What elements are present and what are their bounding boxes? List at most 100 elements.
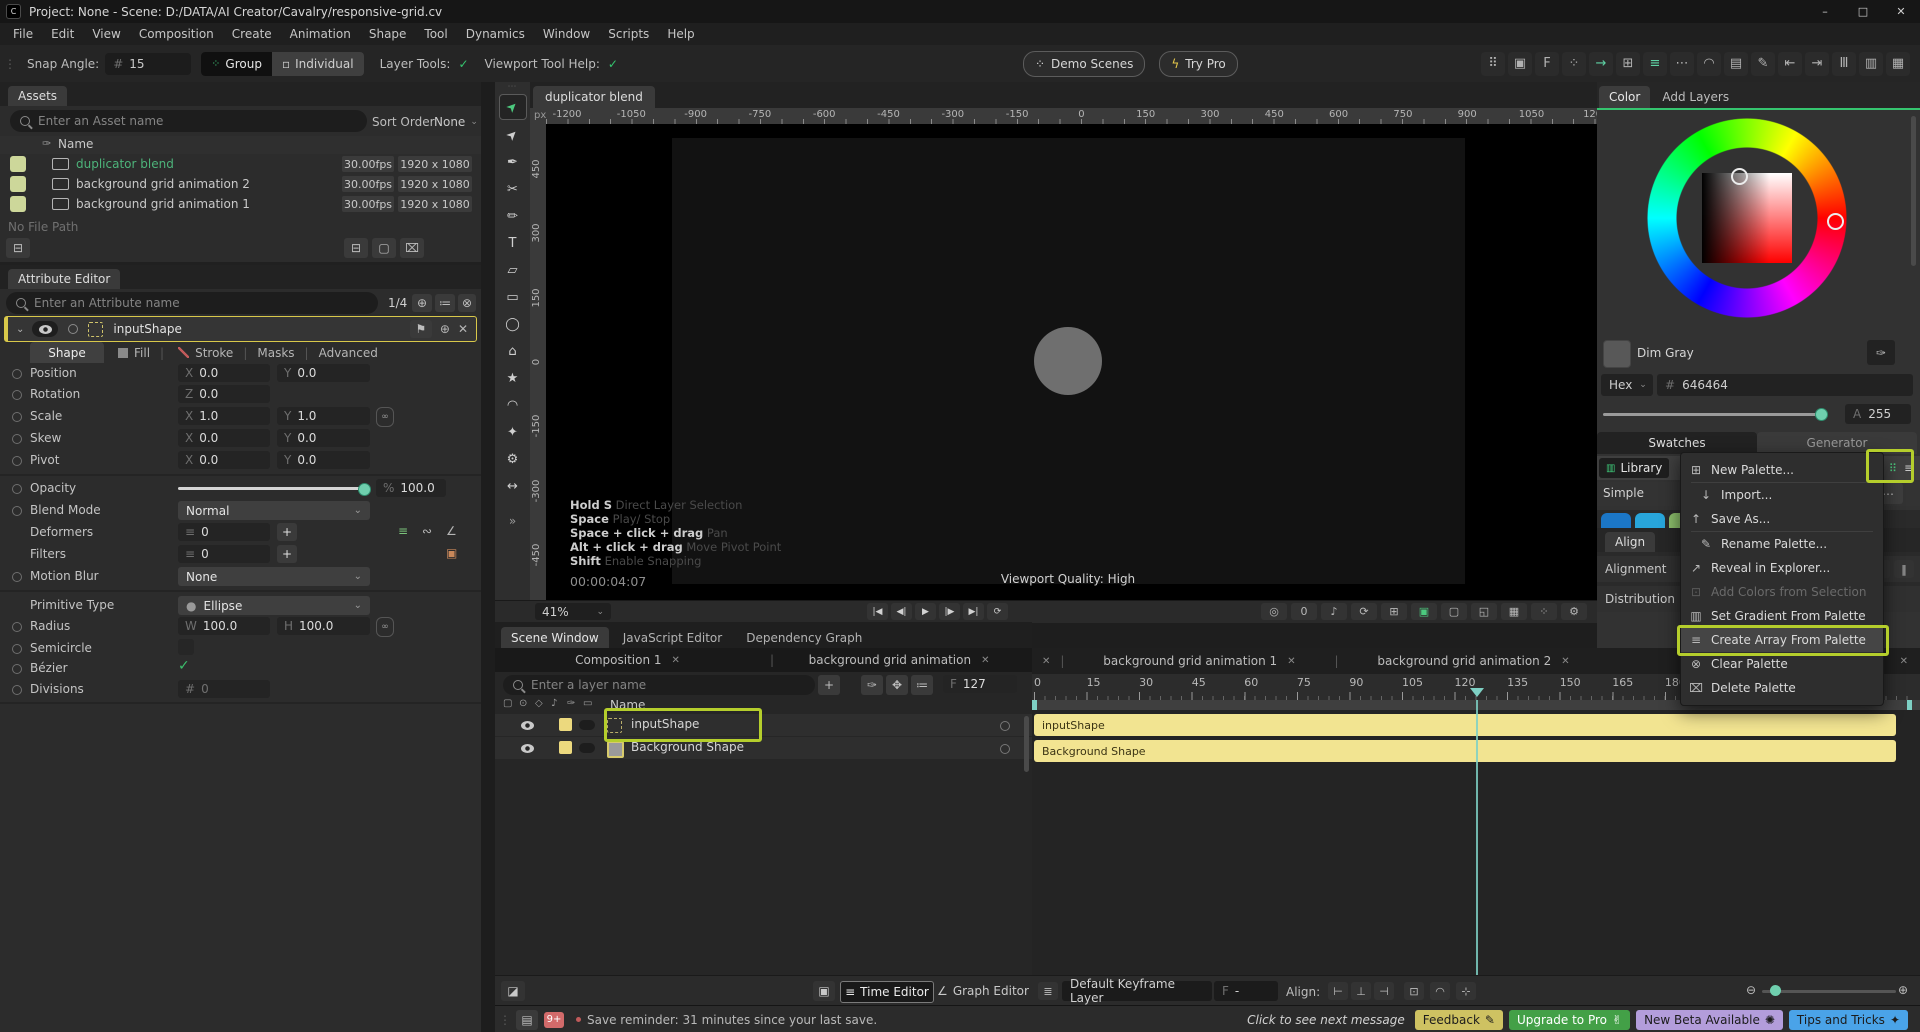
status-button[interactable]: Feedback ✎ (1415, 1010, 1503, 1030)
grid-view-icon[interactable]: ⠿ (1889, 462, 1897, 475)
asset-color-swatch[interactable] (10, 176, 26, 192)
close-icon[interactable]: ✕ (672, 655, 680, 666)
keyframe-toggle[interactable] (12, 434, 22, 444)
menu-item[interactable]: View (83, 27, 129, 41)
audio-icon[interactable]: ♪ (551, 698, 557, 709)
tab-background-grid-animation[interactable]: background grid animation ✕ (784, 653, 1014, 667)
tab-shape[interactable]: Shape (30, 342, 104, 363)
pen-icon[interactable]: ✎ (1751, 52, 1775, 76)
context-menu-item[interactable]: ✎ Rename Palette... (1691, 531, 1873, 556)
textbox-icon[interactable]: ▤ (1724, 52, 1748, 76)
tab-javascript-editor[interactable]: JavaScript Editor (613, 627, 732, 648)
color-mode-dropdown[interactable]: Hex ⌄ (1601, 374, 1653, 396)
context-menu-item[interactable]: ↓ Import... (1691, 482, 1873, 507)
layer-ring-icon[interactable] (1000, 721, 1010, 731)
position-y-field[interactable]: Y0.0 (277, 364, 370, 382)
menu-item[interactable]: Tool (415, 27, 456, 41)
visibility-toggle[interactable] (32, 321, 58, 337)
hex-input[interactable]: # 646464 (1657, 374, 1913, 396)
opacity-slider[interactable] (178, 487, 368, 490)
share-icon[interactable]: ◱ (1471, 603, 1497, 620)
context-menu-item[interactable]: ↗ Reveal in Explorer... (1681, 556, 1883, 580)
camera-icon[interactable]: ◎ (1261, 603, 1287, 620)
grid-icon[interactable]: ⊞ (1381, 603, 1407, 620)
menu-item[interactable]: Window (534, 27, 599, 41)
pivot-x-field[interactable]: X0.0 (178, 451, 270, 469)
viewport-tool-help-checkbox[interactable]: ✓ (608, 57, 618, 71)
align-left-icon[interactable]: ⇤ (1778, 52, 1802, 76)
go-to-end-button[interactable]: ▶| (963, 603, 984, 620)
keyframe-toggle[interactable] (12, 484, 22, 494)
tab-swatches[interactable]: Swatches (1597, 432, 1757, 454)
panel-splitter[interactable] (481, 82, 495, 1032)
grid-dots-icon[interactable]: ⠿ (1481, 52, 1505, 76)
transform-tool[interactable]: ▱ (500, 258, 526, 282)
asset-row[interactable]: duplicator blend 30.00fps 1920 x 1080 (0, 154, 481, 174)
layer-search-input[interactable] (503, 675, 815, 695)
snap-angle-input[interactable]: # 15 (105, 53, 191, 75)
scrollbar[interactable] (1024, 716, 1029, 772)
radius-w-field[interactable]: W100.0 (178, 617, 270, 635)
menu-item[interactable]: Scripts (599, 27, 658, 41)
alpha-knob[interactable] (1815, 408, 1828, 421)
menu-item[interactable]: Edit (42, 27, 83, 41)
context-menu-item[interactable]: ⊗ Clear Palette (1681, 652, 1883, 676)
eye-icon[interactable] (521, 744, 534, 753)
status-button[interactable]: New Beta Available ✺ (1636, 1010, 1783, 1030)
playhead-line[interactable] (1476, 700, 1478, 1000)
box-icon[interactable]: ▣ (1508, 52, 1532, 76)
star-tool[interactable]: ★ (500, 366, 526, 390)
asset-search-field[interactable] (36, 113, 357, 129)
skew-y-field[interactable]: Y0.0 (277, 429, 370, 447)
layer-header[interactable]: ⌄ inputShape ⚑ ⊕ ✕ (4, 316, 477, 342)
close-icon[interactable]: ✕ (1900, 656, 1908, 667)
skew-x-field[interactable]: X0.0 (178, 429, 270, 447)
monitor-icon[interactable]: ▢ (1441, 603, 1467, 620)
more-tools-button[interactable]: » (509, 514, 516, 528)
assets-name-header[interactable]: Name (58, 137, 93, 151)
arc-tool[interactable]: ◠ (500, 393, 526, 417)
frame-field[interactable]: F 127 (943, 675, 1017, 693)
select-tool[interactable]: ➤ (499, 94, 527, 120)
align-center-icon[interactable]: ⊥ (1351, 982, 1371, 1000)
eye-icon[interactable]: ⊙ (519, 698, 527, 709)
context-menu-item[interactable]: ▥ Set Gradient From Palette (1681, 604, 1883, 628)
rotation-z-field[interactable]: Z0.0 (178, 385, 270, 403)
knife-tool[interactable]: ✂ (500, 177, 526, 201)
direct-select-tool[interactable]: ➤ (500, 123, 526, 147)
checker-icon[interactable]: ▦ (1501, 603, 1527, 620)
arrow-right-icon[interactable]: → (1589, 52, 1613, 76)
slider-knob[interactable] (358, 483, 371, 496)
picker-icon[interactable]: ✑ (42, 137, 51, 150)
primitive-type-dropdown[interactable]: ● Ellipse ⌄ (178, 596, 370, 615)
text-tool[interactable]: T (500, 231, 526, 255)
zoom-out-icon[interactable]: ⊖ (1746, 983, 1756, 997)
layer-tools-checkbox[interactable]: ✓ (458, 57, 468, 71)
statusbar-drag-handle[interactable]: ⋮ (499, 1013, 512, 1027)
try-pro-button[interactable]: ϟ Try Pro (1159, 51, 1237, 77)
solo-toggle[interactable] (68, 324, 78, 334)
filter-icon[interactable]: ≔ (435, 294, 455, 312)
menu-item[interactable]: Shape (360, 27, 416, 41)
menu-item[interactable]: Animation (281, 27, 360, 41)
layer-ring-icon[interactable] (1000, 744, 1010, 754)
close-icon[interactable]: ✕ (458, 322, 468, 336)
rectangle-tool[interactable]: ▭ (500, 285, 526, 309)
deformer-corner-icon[interactable]: ∠ (446, 524, 457, 538)
ellipse-shape[interactable] (1034, 327, 1102, 395)
keyframe-list-icon[interactable]: ≣ (1038, 982, 1058, 1000)
tab-background-grid-animation-2[interactable]: background grid animation 2 ✕ (1348, 654, 1598, 668)
settings-tool[interactable]: ⚙ (500, 447, 526, 471)
render-icon[interactable]: ◇ (535, 698, 543, 709)
add-deformer-button[interactable]: + (277, 523, 297, 541)
keyframe-filter-field[interactable]: F - (1214, 981, 1278, 1001)
playhead-handle[interactable] (1470, 688, 1484, 697)
messages-icon[interactable]: ▤ (516, 1010, 538, 1030)
play-button[interactable]: ▶ (915, 603, 936, 620)
keyframe-toggle[interactable] (12, 572, 22, 582)
layer-color-swatch[interactable] (559, 741, 572, 754)
keyframe-toggle[interactable] (12, 412, 22, 422)
name-header[interactable]: Name (610, 698, 645, 712)
menu-item[interactable]: Composition (130, 27, 223, 41)
deformers-field[interactable]: ≡0 (178, 523, 270, 541)
